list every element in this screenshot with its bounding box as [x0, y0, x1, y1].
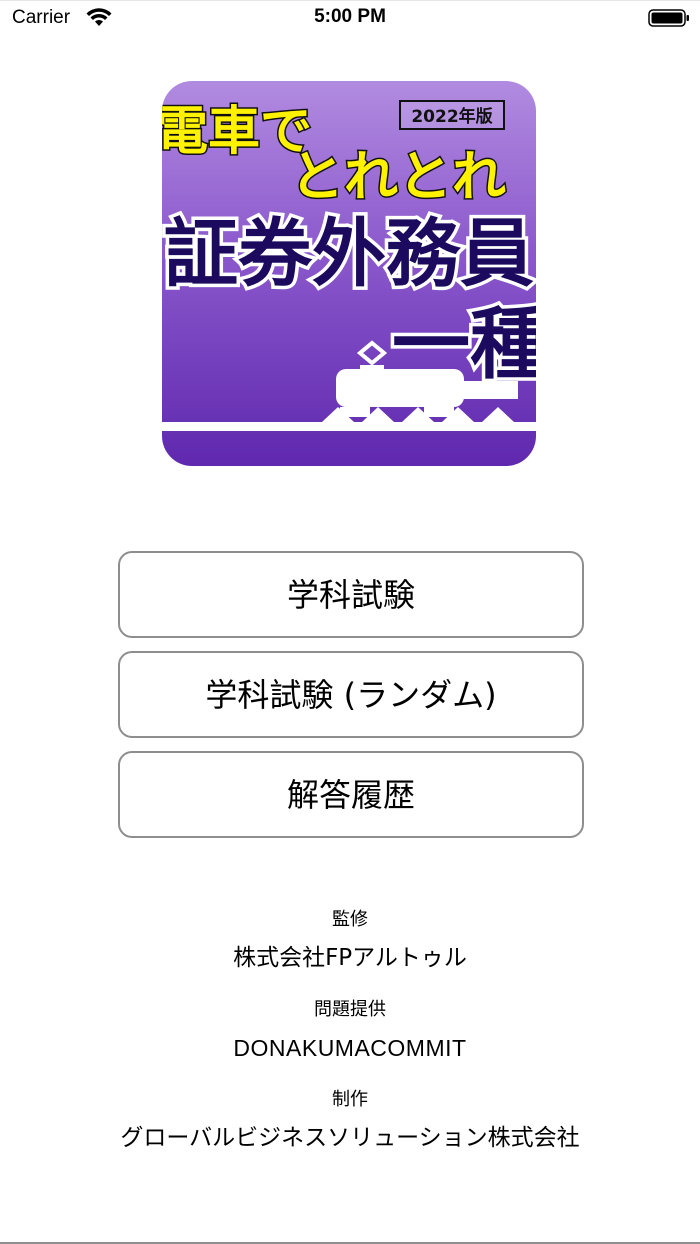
- main-menu: 学科試験 学科試験 (ランダム) 解答履歴: [118, 551, 584, 851]
- production-value: グローバルビジネスソリューション株式会社: [120, 1125, 580, 1151]
- logo-title: 証券外務員: [164, 211, 534, 297]
- questions-value: DONAKUMACOMMIT: [233, 1035, 467, 1061]
- credits: 監修 株式会社FPアルトゥル 問題提供 DONAKUMACOMMIT 制作 グロ…: [0, 907, 700, 1177]
- production-heading: 制作: [332, 1089, 368, 1110]
- status-bar: Carrier 5:00 PM: [0, 1, 700, 37]
- battery-icon: [648, 9, 690, 27]
- random-exam-button[interactable]: 学科試験 (ランダム): [118, 651, 584, 738]
- app-logo: 2022年版 電車で とれとれ 証券外務員 一種: [162, 81, 536, 466]
- logo-line-2: とれとれ: [290, 145, 506, 208]
- clock: 5:00 PM: [314, 6, 386, 27]
- supervision-heading: 監修: [332, 909, 368, 930]
- supervision-value: 株式会社FPアルトゥル: [233, 945, 467, 971]
- exam-button[interactable]: 学科試験: [118, 551, 584, 638]
- answer-history-button[interactable]: 解答履歴: [118, 751, 584, 838]
- app-screen: Carrier 5:00 PM 2022年版 電車で とれとれ 証券外務員 一種…: [0, 0, 700, 1244]
- edition-label: 2022年版: [411, 106, 492, 127]
- questions-heading: 問題提供: [314, 999, 386, 1020]
